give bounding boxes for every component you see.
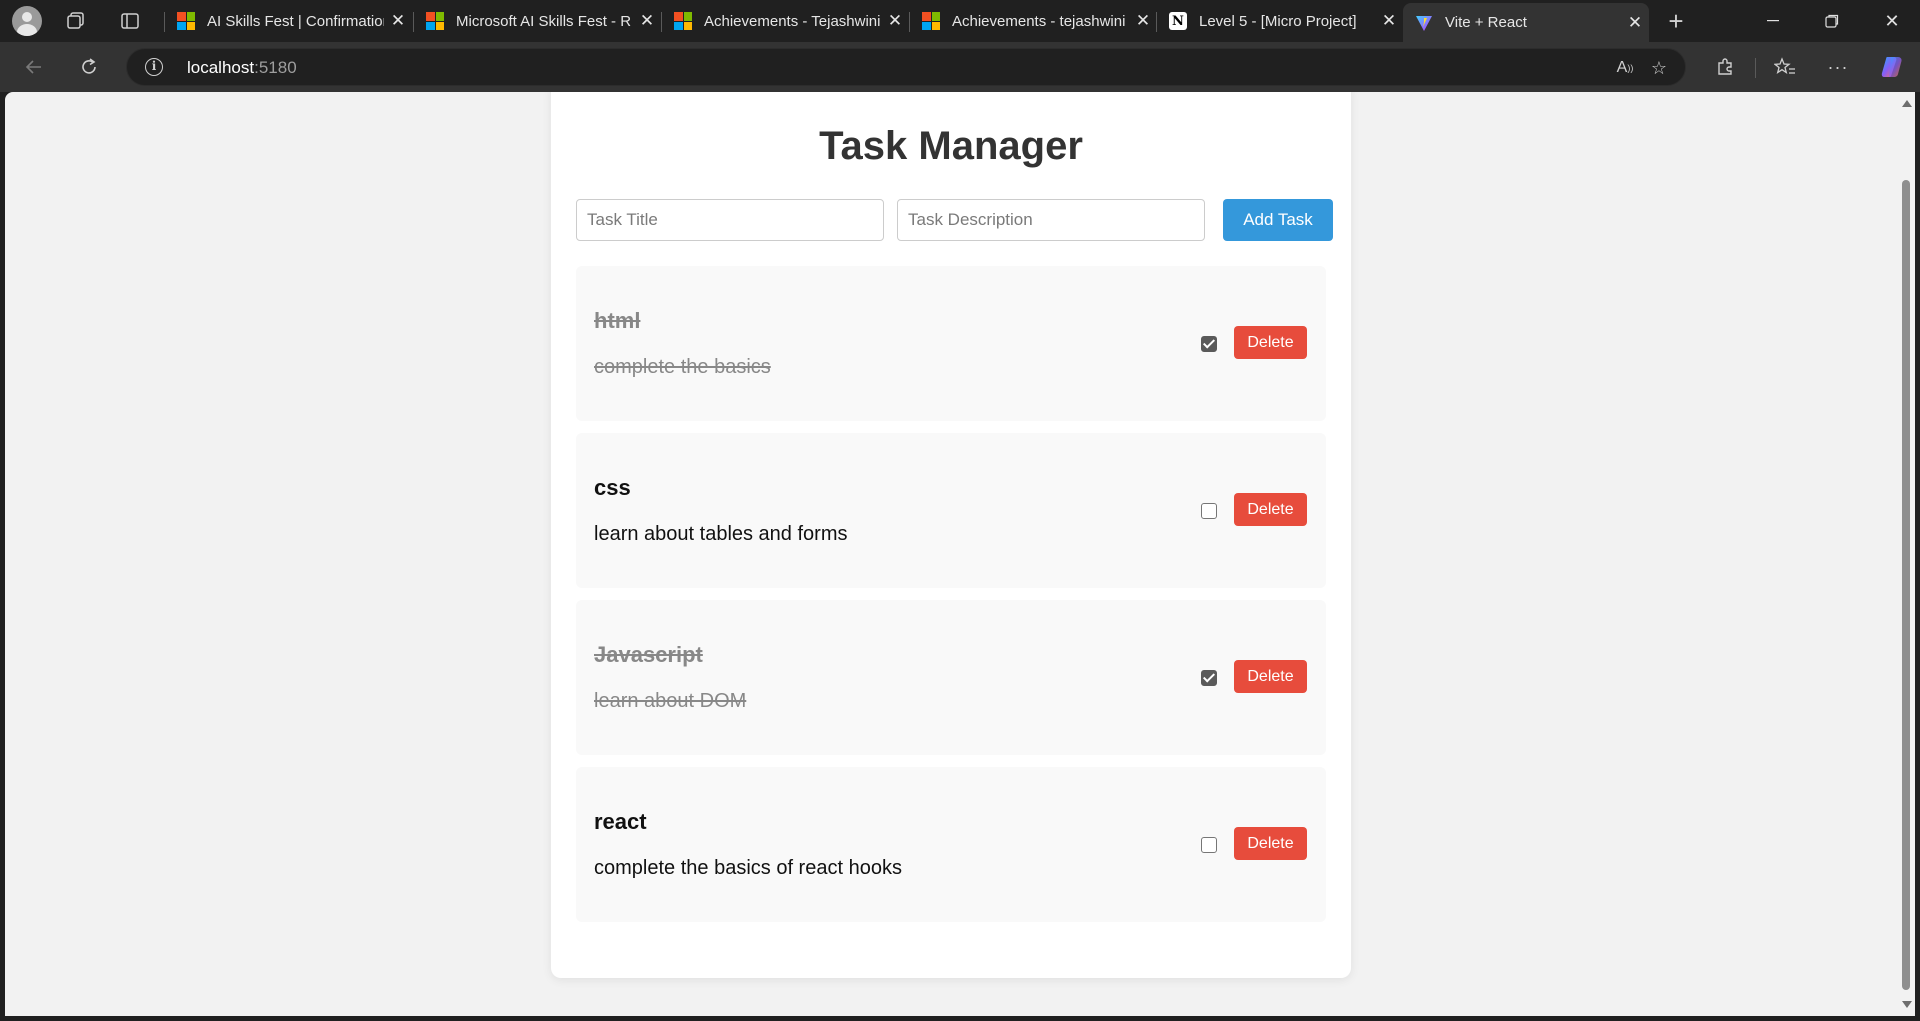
task-description: learn about tables and forms: [594, 523, 848, 545]
read-aloud-icon[interactable]: A)): [1607, 51, 1643, 85]
delete-task-button[interactable]: Delete: [1234, 827, 1307, 860]
restore-icon[interactable]: [1804, 0, 1860, 42]
microsoft-logo-icon: [426, 12, 444, 30]
task-item: html complete the basics Delete: [576, 266, 1326, 421]
task-description: learn about DOM: [594, 690, 747, 712]
scroll-down-arrow-icon[interactable]: [1902, 1001, 1912, 1008]
delete-task-button[interactable]: Delete: [1234, 660, 1307, 693]
window-bottom-edge: [0, 1016, 1920, 1021]
tab-1[interactable]: Microsoft AI Skills Fest - R ✕: [414, 3, 661, 39]
vite-logo-icon: [1415, 14, 1433, 32]
scroll-up-arrow-icon[interactable]: [1902, 100, 1912, 107]
profile-avatar[interactable]: [12, 6, 42, 36]
vertical-tabs-icon[interactable]: [112, 4, 148, 38]
new-tab-icon[interactable]: +: [1658, 4, 1694, 38]
favorite-star-icon[interactable]: ☆: [1641, 51, 1677, 85]
tab-2[interactable]: Achievements - Tejashwini ✕: [662, 3, 909, 39]
page-title: Task Manager: [819, 124, 1083, 168]
address-bar[interactable]: i localhost:5180 A)) ☆: [126, 48, 1686, 86]
task-description: complete the basics of react hooks: [594, 857, 902, 879]
task-complete-checkbox[interactable]: [1201, 670, 1217, 686]
copilot-icon[interactable]: [1874, 50, 1910, 84]
close-window-icon[interactable]: ✕: [1864, 0, 1920, 42]
extensions-icon[interactable]: [1707, 50, 1743, 84]
browser-title-bar: AI Skills Fest | Confirmation ✕ Microsof…: [0, 0, 1920, 42]
add-task-button[interactable]: Add Task: [1223, 199, 1333, 241]
page-scrollbar[interactable]: [1897, 92, 1915, 1016]
task-title: css: [594, 475, 631, 500]
task-item: react complete the basics of react hooks…: [576, 767, 1326, 922]
close-tab-icon[interactable]: ✕: [1129, 11, 1157, 31]
workspaces-icon[interactable]: [58, 4, 94, 38]
close-tab-icon[interactable]: ✕: [1375, 11, 1403, 31]
close-tab-icon[interactable]: ✕: [881, 11, 909, 31]
task-manager-card: Task Manager Add Task html complete the …: [551, 92, 1351, 978]
task-complete-checkbox[interactable]: [1201, 503, 1217, 519]
tab-title: Achievements - Tejashwini: [704, 12, 881, 30]
microsoft-logo-icon: [177, 12, 195, 30]
microsoft-logo-icon: [922, 12, 940, 30]
tab-title: Level 5 - [Micro Project]: [1199, 12, 1357, 30]
more-options-icon[interactable]: ···: [1820, 50, 1856, 84]
favorites-list-icon[interactable]: [1767, 50, 1803, 84]
task-description: complete the basics: [594, 356, 771, 378]
page-viewport: Task Manager Add Task html complete the …: [5, 92, 1897, 1016]
task-title: react: [594, 809, 647, 834]
browser-toolbar: i localhost:5180 A)) ☆ ···: [0, 42, 1920, 92]
tab-title: Vite + React: [1445, 14, 1527, 31]
tab-title: AI Skills Fest | Confirmation: [207, 12, 384, 30]
tab-5-active[interactable]: Vite + React ✕: [1403, 3, 1649, 42]
close-tab-icon[interactable]: ✕: [1621, 13, 1649, 33]
task-title: Javascript: [594, 642, 703, 667]
task-item: Javascript learn about DOM Delete: [576, 600, 1326, 755]
scrollbar-thumb[interactable]: [1902, 180, 1910, 990]
task-complete-checkbox[interactable]: [1201, 837, 1217, 853]
tab-title: Achievements - tejashwini: [952, 12, 1126, 30]
delete-task-button[interactable]: Delete: [1234, 493, 1307, 526]
close-tab-icon[interactable]: ✕: [633, 11, 661, 31]
back-icon[interactable]: [16, 50, 52, 84]
notion-logo-icon: N: [1169, 12, 1187, 30]
task-item: css learn about tables and forms Delete: [576, 433, 1326, 588]
task-title-input[interactable]: [576, 199, 884, 241]
site-info-icon[interactable]: i: [145, 58, 163, 76]
url-text: localhost:5180: [187, 58, 297, 77]
tab-0[interactable]: AI Skills Fest | Confirmation ✕: [165, 3, 412, 39]
tab-3[interactable]: Achievements - tejashwini ✕: [910, 3, 1157, 39]
delete-task-button[interactable]: Delete: [1234, 326, 1307, 359]
tab-title: Microsoft AI Skills Fest - R: [456, 12, 632, 30]
tab-4[interactable]: N Level 5 - [Micro Project] ✕: [1157, 3, 1403, 39]
task-complete-checkbox[interactable]: [1201, 336, 1217, 352]
close-tab-icon[interactable]: ✕: [384, 11, 412, 31]
refresh-icon[interactable]: [71, 50, 107, 84]
minimize-icon[interactable]: [1745, 0, 1801, 42]
task-description-input[interactable]: [897, 199, 1205, 241]
microsoft-logo-icon: [674, 12, 692, 30]
task-title: html: [594, 308, 641, 333]
